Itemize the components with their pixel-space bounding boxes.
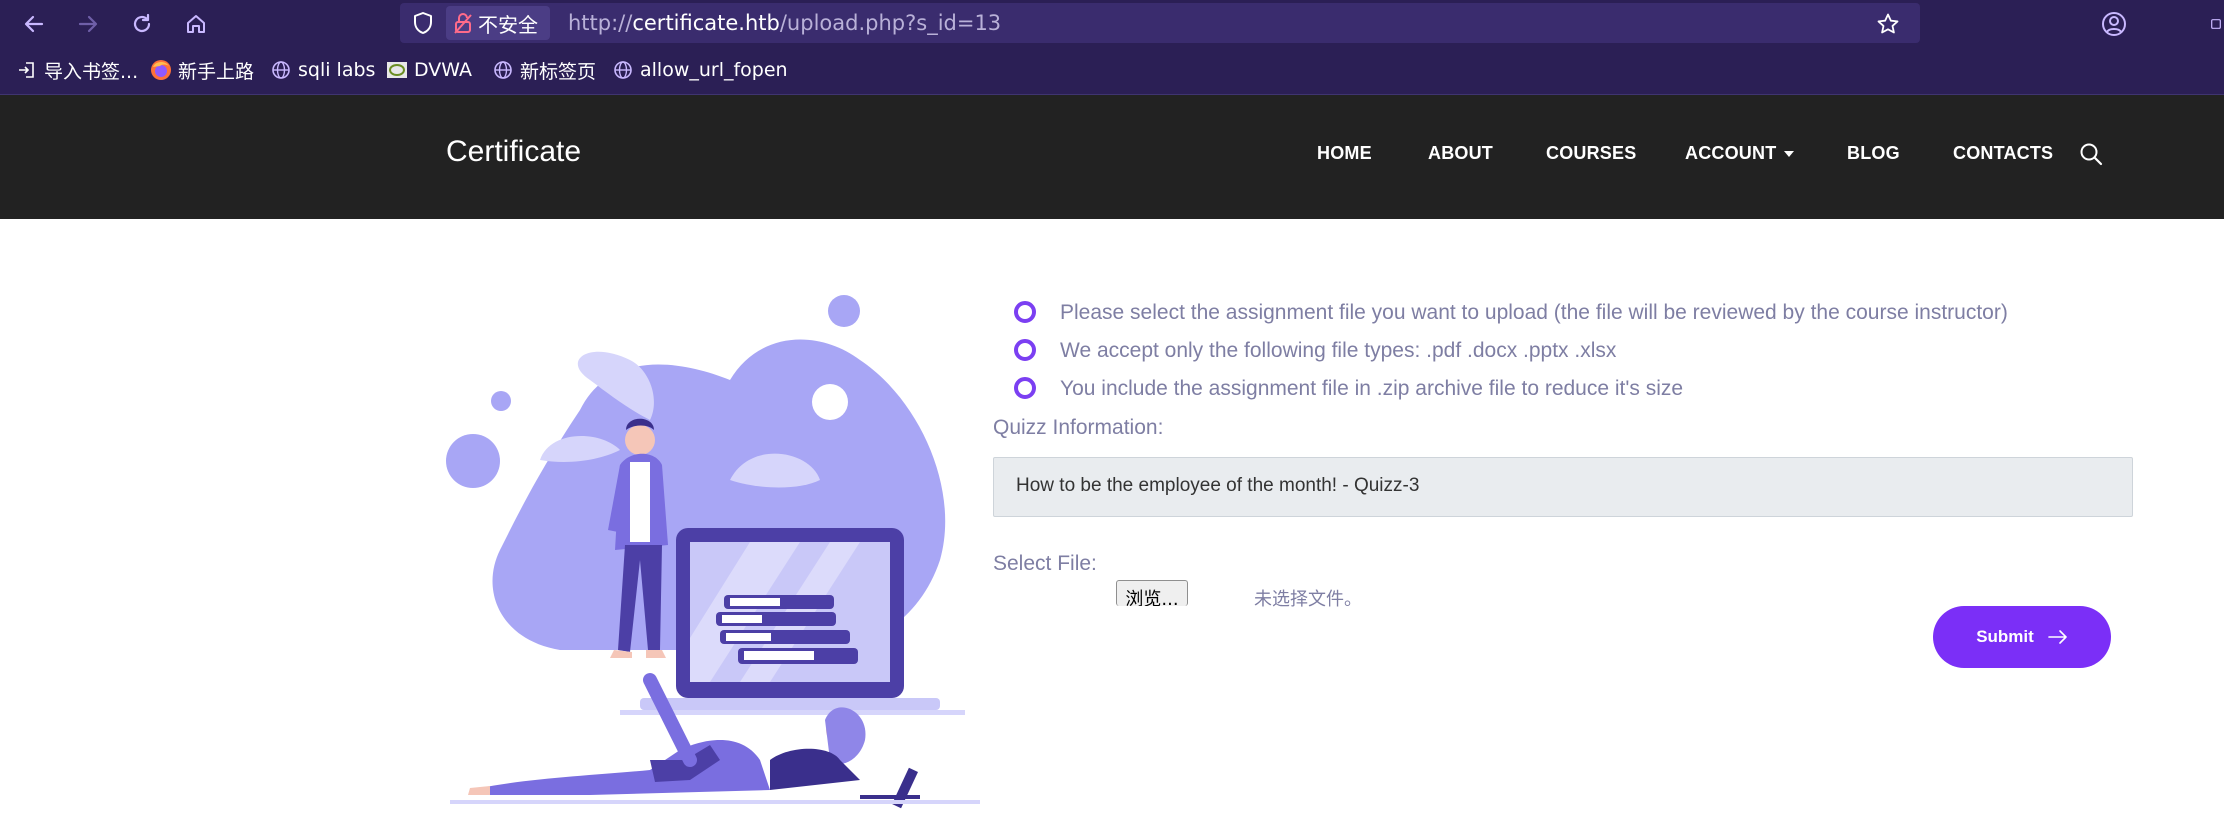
bookmark-sqli-labs[interactable]: sqli labs (270, 56, 375, 84)
submit-label: Submit (1976, 627, 2034, 646)
forward-arrow-icon (78, 15, 98, 33)
globe-icon (612, 59, 634, 81)
reload-icon (133, 13, 151, 33)
insecure-label: 不安全 (478, 12, 538, 37)
bookmark-star-button[interactable] (1870, 6, 1906, 42)
browse-file-button[interactable]: 浏览... (1116, 580, 1188, 606)
submit-button[interactable]: Submit (1933, 606, 2111, 668)
nav-account[interactable]: ACCOUNT (1685, 143, 1795, 164)
bookmark-label: DVWA (414, 59, 473, 81)
shield-icon (414, 12, 432, 34)
bookmark-label: sqli labs (298, 59, 376, 81)
site-header: Certificate HOME ABOUT COURSES ACCOUNT B… (0, 95, 2224, 219)
site-search-button[interactable] (2078, 141, 2106, 169)
nav-courses[interactable]: COURSES (1546, 143, 1636, 164)
instruction-text: You include the assignment file in .zip … (1060, 377, 1684, 400)
site-logo[interactable]: Certificate (446, 135, 581, 169)
unlocked-padlock-icon (454, 13, 472, 34)
star-icon (1877, 13, 1899, 34)
url-text[interactable]: http://certificate.htb/upload.php?s_id=1… (568, 8, 1001, 38)
bookmark-dvwa[interactable]: DVWA (386, 56, 472, 84)
bookmark-label: 新标签页 (520, 60, 597, 83)
caret-down-icon (1784, 151, 1795, 158)
url-scheme: http:// (568, 11, 633, 35)
url-path: /upload.php?s_id=13 (779, 11, 1002, 35)
home-button[interactable] (178, 6, 214, 42)
forward-button[interactable] (70, 6, 106, 42)
bookmark-label: 新手上路 (178, 60, 255, 83)
back-button[interactable] (16, 6, 52, 42)
nav-about[interactable]: ABOUT (1428, 143, 1493, 164)
browser-toolbar: 不安全 http://certificate.htb/upload.php?s_… (0, 0, 2224, 46)
nav-account-label: ACCOUNT (1685, 143, 1777, 163)
nav-blog[interactable]: BLOG (1847, 143, 1900, 164)
arrow-right-icon (2047, 630, 2067, 644)
nav-home[interactable]: HOME (1317, 143, 1372, 164)
quiz-info-value: How to be the employee of the month! - Q… (1016, 475, 1420, 496)
bookmark-allow-url-fopen[interactable]: allow_url_fopen (612, 56, 788, 84)
extensions-icon (2211, 19, 2221, 29)
no-file-selected-text: 未选择文件。 (1254, 589, 1362, 607)
back-arrow-icon (24, 15, 44, 33)
instruction-text: Please select the assignment file you wa… (1060, 301, 2008, 324)
quiz-info-field: How to be the employee of the month! - Q… (993, 457, 2133, 517)
quiz-info-label: Quizz Information: (993, 416, 1164, 439)
bookmark-getting-started[interactable]: 新手上路 (150, 56, 254, 84)
circle-bullet-icon (1014, 301, 1036, 323)
tracking-protection-button[interactable] (408, 8, 438, 38)
circle-bullet-icon (1014, 377, 1036, 399)
account-icon (2102, 12, 2126, 36)
reload-button[interactable] (124, 6, 160, 42)
dvwa-icon (386, 59, 408, 81)
home-icon (187, 15, 205, 33)
bookmarks-bar: 导入书签... 新手上路 sqli labs DVWA 新标签页 allow_u… (0, 46, 2224, 95)
url-host: certificate.htb (632, 11, 780, 35)
bookmark-label: allow_url_fopen (640, 59, 788, 81)
import-icon (16, 59, 38, 81)
firefox-icon (150, 59, 172, 81)
site-security-indicator[interactable]: 不安全 (446, 6, 550, 40)
upload-illustration (446, 295, 980, 809)
search-icon (2080, 143, 2103, 166)
bookmark-import[interactable]: 导入书签... (16, 56, 138, 84)
bookmark-label: 导入书签... (44, 60, 139, 83)
extensions-button[interactable] (2208, 6, 2224, 42)
bookmark-new-tab[interactable]: 新标签页 (492, 56, 596, 84)
nav-contacts[interactable]: CONTACTS (1953, 143, 2053, 164)
account-button[interactable] (2096, 6, 2132, 42)
globe-icon (270, 59, 292, 81)
select-file-label: Select File: (993, 552, 1097, 575)
circle-bullet-icon (1014, 339, 1036, 361)
instruction-text: We accept only the following file types:… (1060, 339, 1617, 362)
globe-icon (492, 59, 514, 81)
